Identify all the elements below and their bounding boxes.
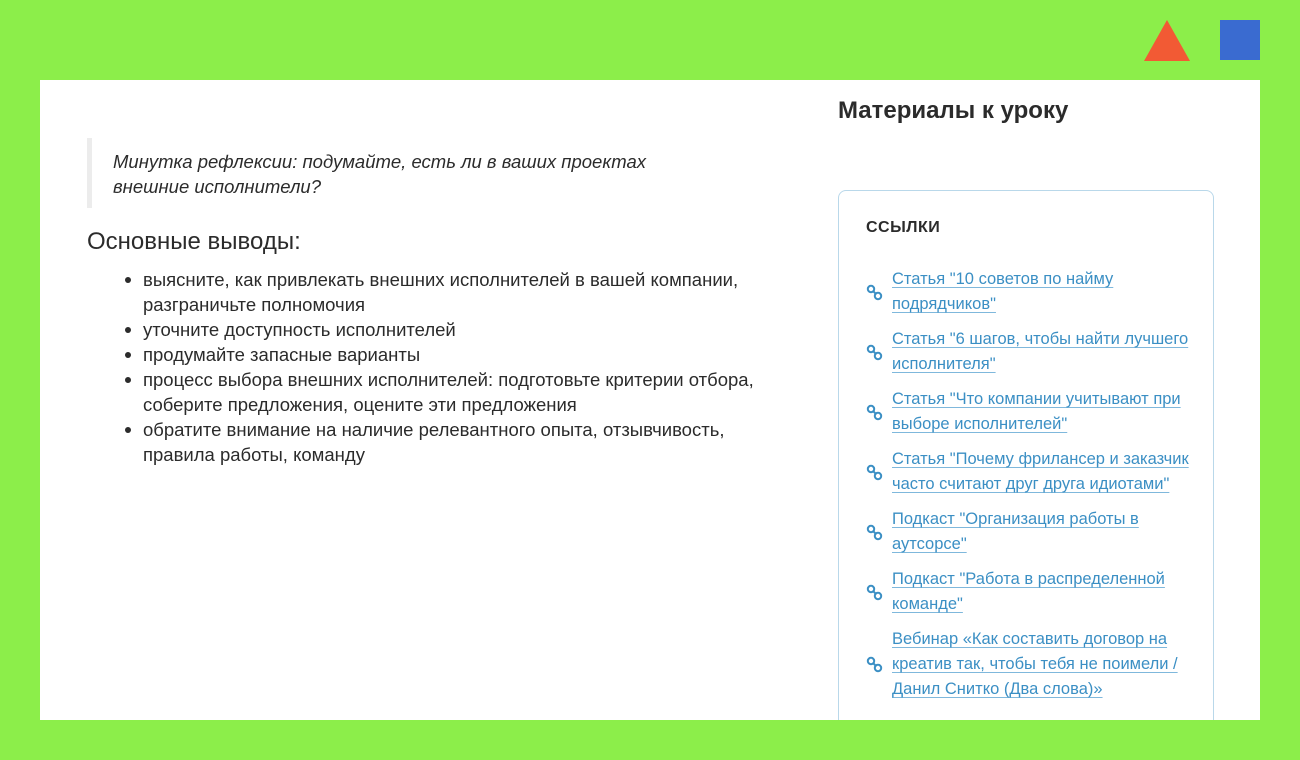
link-item: Статья "10 советов по найму подрядчиков" [866, 267, 1196, 317]
link-icon [866, 523, 892, 541]
conclusion-item: выясните, как привлекать внешних исполни… [125, 267, 763, 317]
lesson-page: Минутка рефлексии: подумайте, есть ли в … [40, 80, 1260, 720]
conclusion-item: уточните доступность исполнителей [125, 317, 763, 342]
link-article-6-steps[interactable]: Статья "6 шагов, чтобы найти лучшего исп… [892, 327, 1196, 377]
link-podcast-outsourcing[interactable]: Подкаст "Организация работы в аутсорсе" [892, 507, 1196, 557]
link-icon [866, 583, 892, 601]
link-icon [866, 403, 892, 421]
conclusion-item: продумайте запасные варианты [125, 342, 763, 367]
link-item: Статья "6 шагов, чтобы найти лучшего исп… [866, 327, 1196, 377]
link-item: Статья "Что компании учитывают при выбор… [866, 387, 1196, 437]
decorative-triangle [1144, 20, 1190, 61]
reflection-quote: Минутка рефлексии: подумайте, есть ли в … [87, 138, 667, 208]
link-article-freelancer-client[interactable]: Статья "Почему фрилансер и заказчик част… [892, 447, 1196, 497]
link-icon [866, 463, 892, 481]
link-icon [866, 343, 892, 361]
links-card: ССЫЛКИ Статья "10 советов по найму подря… [838, 190, 1214, 720]
reflection-quote-text: Минутка рефлексии: подумайте, есть ли в … [113, 151, 647, 197]
link-podcast-distributed-team[interactable]: Подкаст "Работа в распределенной команде… [892, 567, 1196, 617]
link-article-companies-consider[interactable]: Статья "Что компании учитывают при выбор… [892, 387, 1196, 437]
link-item: Подкаст "Работа в распределенной команде… [866, 567, 1196, 617]
links-heading: ССЫЛКИ [866, 219, 941, 236]
conclusions-title: Основные выводы: [87, 228, 301, 255]
link-item: Вебинар «Как составить договор на креати… [866, 627, 1196, 702]
materials-title: Материалы к уроку [838, 97, 1069, 124]
links-list: Статья "10 советов по найму подрядчиков"… [866, 267, 1196, 712]
link-item: Подкаст "Организация работы в аутсорсе" [866, 507, 1196, 557]
link-webinar-contract[interactable]: Вебинар «Как составить договор на креати… [892, 627, 1196, 702]
conclusion-item: процесс выбора внешних исполнителей: под… [125, 367, 763, 417]
decorative-square [1220, 20, 1260, 60]
link-article-10-tips[interactable]: Статья "10 советов по найму подрядчиков" [892, 267, 1196, 317]
link-icon [866, 283, 892, 301]
link-icon [866, 656, 892, 674]
conclusions-list: выясните, как привлекать внешних исполни… [125, 267, 763, 467]
link-item: Статья "Почему фрилансер и заказчик част… [866, 447, 1196, 497]
conclusion-item: обратите внимание на наличие релевантног… [125, 417, 763, 467]
